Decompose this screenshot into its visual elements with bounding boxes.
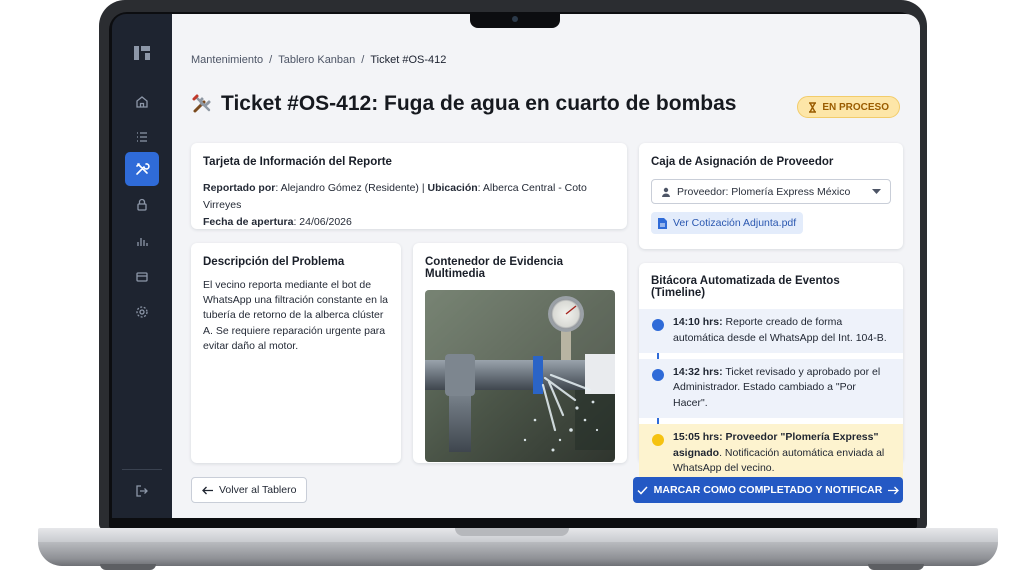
sidebar-item-reports[interactable] (125, 224, 159, 258)
user-icon (662, 187, 670, 197)
breadcrumb-separator: / (361, 54, 365, 66)
status-badge: EN PROCESO (797, 96, 900, 118)
location-label: Ubicación (427, 182, 478, 194)
app-logo-icon (134, 46, 150, 60)
lock-icon (137, 198, 147, 211)
report-info-heading: Tarjeta de Información del Reporte (203, 156, 392, 168)
back-to-board-button[interactable]: Volver al Tablero (191, 477, 308, 503)
provider-assignment-card: Caja de Asignación de Proveedor Proveedo… (639, 143, 903, 249)
problem-description-card: Descripción del Problema El vecino repor… (191, 243, 401, 463)
laptop-groove (455, 528, 569, 536)
timeline-event-time: 14:10 hrs: (673, 316, 723, 328)
quote-attachment-link[interactable]: Ver Cotización Adjunta.pdf (651, 212, 804, 234)
sidebar (112, 14, 172, 518)
sidebar-item-logout[interactable] (125, 474, 159, 508)
media-heading: Contenedor de Evidencia Multimedia (425, 256, 564, 280)
attachment-label: Ver Cotización Adjunta.pdf (673, 217, 797, 229)
timeline-event: 15:05 hrs: Proveedor "Plomería Express" … (639, 423, 903, 483)
sidebar-divider (122, 469, 162, 470)
media-evidence-card: Contenedor de Evidencia Multimedia (413, 243, 627, 463)
hourglass-icon (809, 101, 817, 113)
breadcrumb-kanban[interactable]: Tablero Kanban (278, 54, 355, 66)
sidebar-item-settings[interactable] (125, 295, 159, 329)
tools-icon (192, 94, 211, 113)
breadcrumb: Mantenimiento / Tablero Kanban / Ticket … (191, 54, 446, 66)
sidebar-item-payments[interactable] (125, 260, 159, 294)
mark-completed-button[interactable]: MARCAR COMO COMPLETADO Y NOTIFICAR (633, 477, 903, 503)
timeline-event: 14:32 hrs: Ticket revisado y aprobado po… (639, 358, 903, 418)
chevron-down-icon (872, 188, 881, 194)
page-header: Ticket #OS-412: Fuga de agua en cuarto d… (191, 92, 736, 116)
timeline-dot (652, 368, 664, 381)
main-content: Mantenimiento / Tablero Kanban / Ticket … (172, 14, 920, 518)
reported-by-value: : Alejandro Gómez (Residente) | (275, 182, 425, 194)
reported-by-label: Reportado por (203, 182, 276, 194)
opened-label: Fecha de apertura (203, 215, 294, 228)
timeline-heading: Bitácora Automatizada de Eventos (Timeli… (651, 275, 840, 299)
report-info-card: Tarjeta de Información del Reporte Repor… (191, 143, 627, 229)
laptop-foot (100, 564, 156, 570)
laptop-foot (868, 564, 924, 570)
timeline-list: 14:10 hrs: Reporte creado de forma autom… (639, 309, 903, 483)
tools-icon (136, 163, 150, 175)
list-icon (137, 132, 147, 142)
complete-button-label: MARCAR COMO COMPLETADO Y NOTIFICAR (653, 484, 883, 496)
timeline-dot (652, 319, 664, 331)
sidebar-item-security[interactable] (125, 188, 159, 222)
gear-icon (136, 306, 148, 318)
sidebar-item-maintenance[interactable] (125, 152, 159, 186)
provider-select-value: Proveedor: Plomería Express México (677, 185, 851, 198)
event-timeline-card: Bitácora Automatizada de Eventos (Timeli… (639, 263, 903, 483)
description-text: El vecino reporta mediante el bot de Wha… (203, 279, 389, 352)
breadcrumb-separator: / (269, 54, 273, 66)
breadcrumb-maintenance[interactable]: Mantenimiento (191, 54, 263, 66)
arrow-right-icon (888, 486, 900, 494)
status-label: EN PROCESO (822, 101, 889, 113)
timeline-dot (652, 433, 664, 446)
back-button-label: Volver al Tablero (219, 484, 297, 496)
document-icon (658, 217, 667, 229)
evidence-photo[interactable] (425, 290, 615, 462)
card-icon (136, 272, 148, 282)
sidebar-item-list[interactable] (125, 120, 159, 154)
timeline-event-time: 14:32 hrs: (673, 365, 723, 378)
laptop-mockup: Mantenimiento / Tablero Kanban / Ticket … (0, 0, 1024, 571)
bar-chart-icon (137, 238, 148, 246)
assignment-heading: Caja de Asignación de Proveedor (651, 156, 834, 168)
timeline-event: 14:10 hrs: Reporte creado de forma autom… (639, 309, 903, 353)
breadcrumb-current: Ticket #OS-412 (370, 54, 447, 66)
logout-icon (136, 485, 148, 497)
camera-icon (512, 16, 518, 22)
report-info-text: Reportado por: Alejandro Gómez (Resident… (203, 180, 615, 230)
home-icon (136, 96, 148, 108)
page-title: Ticket #OS-412: Fuga de agua en cuarto d… (221, 92, 737, 115)
sidebar-item-home[interactable] (125, 85, 159, 119)
app-screen: Mantenimiento / Tablero Kanban / Ticket … (112, 14, 920, 518)
check-icon (637, 485, 648, 495)
provider-select[interactable]: Proveedor: Plomería Express México (651, 179, 891, 204)
description-heading: Descripción del Problema (203, 256, 345, 268)
opened-value: : 24/06/2026 (293, 215, 352, 228)
laptop-base-lip (38, 542, 998, 566)
arrow-left-icon (202, 486, 213, 494)
